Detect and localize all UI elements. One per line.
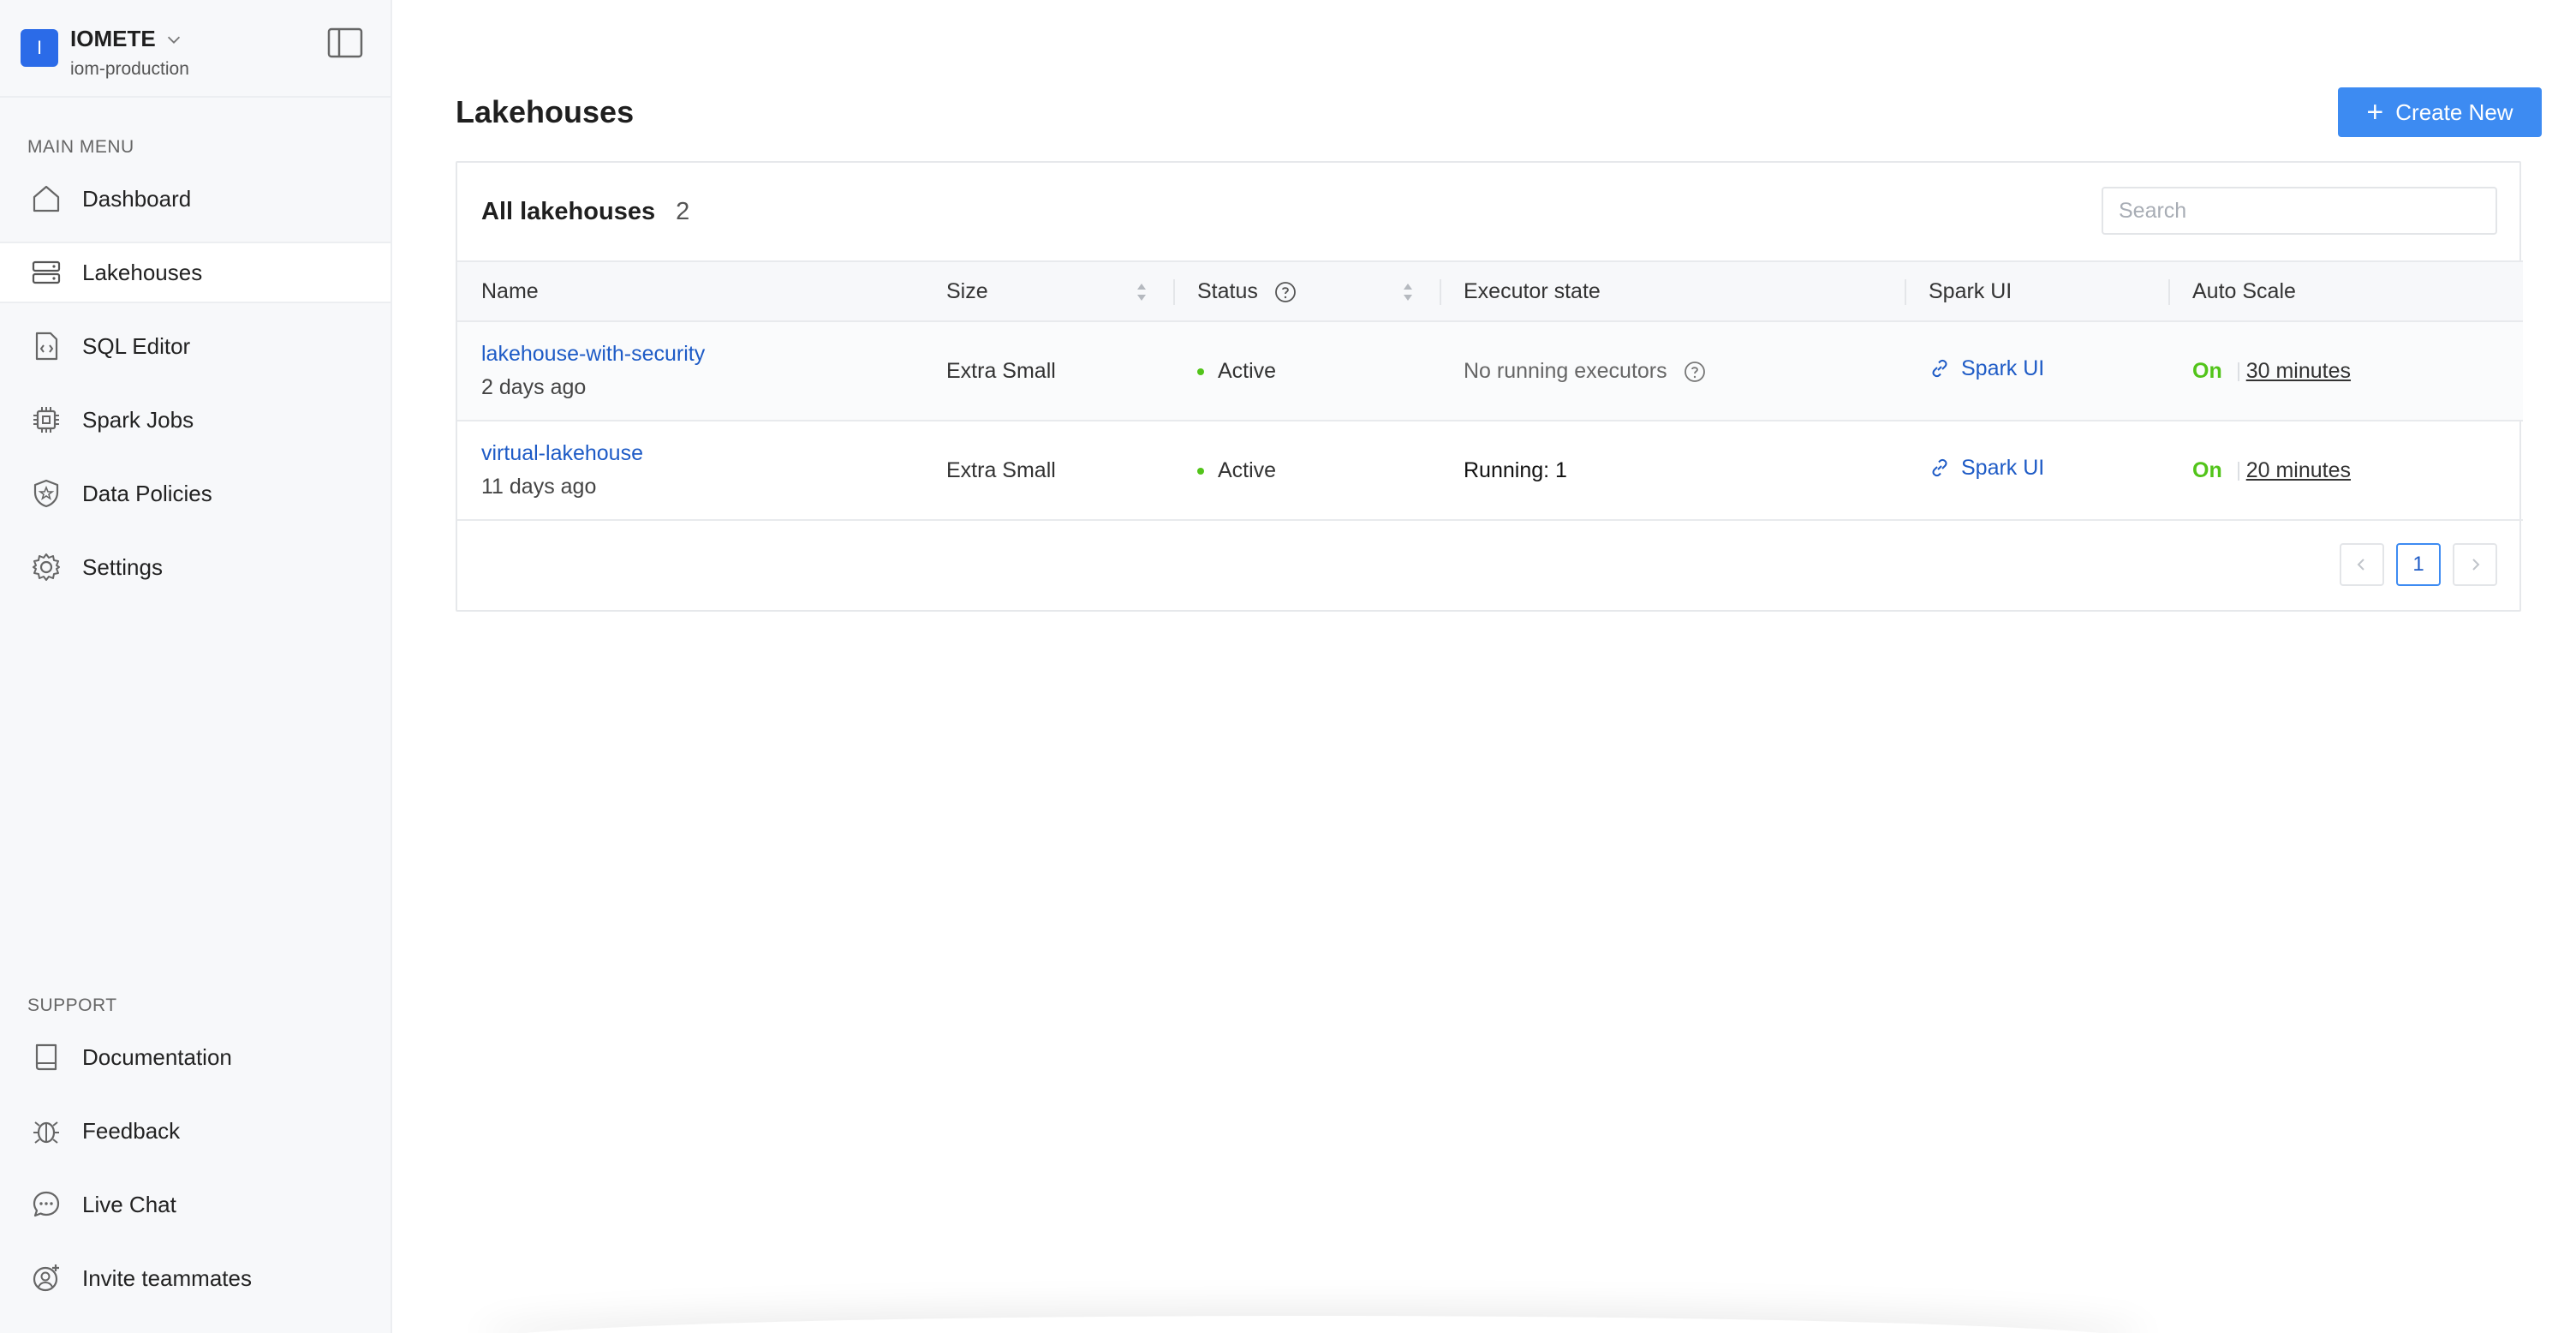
org-name: IOMETE (70, 26, 156, 51)
link-icon (1932, 459, 1947, 477)
sidebar-item-dashboard[interactable]: Dashboard (0, 168, 391, 230)
table-row: virtual-lakehouse 11 days ago Extra Smal… (457, 421, 2523, 520)
column-header-auto-scale: Auto Scale (2168, 261, 2523, 321)
card-title: All lakehouses (481, 197, 656, 225)
server-icon (29, 255, 63, 290)
lakehouse-status: Active (1173, 421, 1440, 520)
sidebar-item-label: Dashboard (82, 185, 192, 212)
column-header-name: Name (481, 278, 539, 303)
column-header-size[interactable]: Size (922, 261, 1173, 321)
main-menu-title: MAIN MENU (27, 137, 134, 157)
prev-page-button[interactable] (2340, 543, 2384, 586)
gear-icon (29, 550, 63, 584)
org-switcher[interactable]: I IOMETE iom-production (0, 0, 391, 98)
lakehouses-card: All lakehouses 2 Name Size (456, 161, 2523, 612)
sidebar-item-label: SQL Editor (82, 332, 191, 359)
column-divider (1173, 279, 1175, 305)
sidebar-item-label: Feedback (82, 1117, 181, 1144)
search-input[interactable] (2102, 187, 2497, 235)
sidebar-collapse-icon[interactable] (327, 27, 363, 58)
plus-icon: + (2366, 96, 2384, 129)
support-title: SUPPORT (27, 995, 117, 1015)
chip-icon (29, 403, 63, 437)
auto-scale-time[interactable]: 30 minutes (2246, 359, 2351, 383)
chevron-down-icon (167, 36, 180, 44)
sort-icon[interactable] (1402, 281, 1414, 303)
lakehouses-table: Name Size Status Executor state Spark UI… (457, 260, 2523, 521)
column-divider (1905, 279, 1906, 305)
column-header-executor-state: Executor state (1440, 261, 1905, 321)
lakehouse-count: 2 (676, 197, 690, 225)
sidebar-item-settings[interactable]: Settings (0, 536, 391, 598)
sidebar-item-label: Documentation (82, 1043, 232, 1070)
bug-icon (29, 1114, 63, 1148)
lakehouse-age: 11 days ago (481, 475, 597, 499)
sidebar-item-feedback[interactable]: Feedback (0, 1100, 391, 1162)
create-new-button[interactable]: + Create New (2338, 87, 2542, 137)
sidebar: I IOMETE iom-production MAIN MENU Dashbo… (0, 0, 392, 1333)
lakehouse-size: Extra Small (946, 358, 1056, 383)
auto-scale-cell: On 30 minutes (2168, 321, 2523, 421)
chevron-left-icon (2357, 559, 2364, 571)
auto-scale-cell: On 20 minutes (2168, 421, 2523, 520)
link-icon (1932, 360, 1947, 378)
column-divider (2168, 279, 2170, 305)
sidebar-item-spark-jobs[interactable]: Spark Jobs (0, 389, 391, 451)
sidebar-item-label: Spark Jobs (82, 406, 194, 433)
sidebar-item-label: Data Policies (82, 480, 212, 506)
column-header-spark-ui: Spark UI (1905, 261, 2168, 321)
lakehouse-age: 2 days ago (481, 375, 587, 399)
chevron-right-icon (2472, 559, 2480, 571)
auto-scale-time[interactable]: 20 minutes (2246, 458, 2351, 482)
sidebar-item-invite-teammates[interactable]: Invite teammates (0, 1247, 391, 1309)
lakehouse-status: Active (1173, 321, 1440, 421)
chat-icon (29, 1187, 63, 1222)
table-header-row: Name Size Status Executor state Spark UI… (457, 261, 2523, 321)
status-dot-icon (1197, 467, 1204, 475)
org-environment: iom-production (70, 59, 189, 79)
executor-state: No running executors (1440, 321, 1905, 421)
bottom-shadow (478, 1316, 2148, 1333)
user-add-icon (29, 1261, 63, 1295)
sidebar-item-label: Settings (82, 553, 163, 580)
sidebar-item-lakehouses[interactable]: Lakehouses (0, 242, 391, 303)
sidebar-item-live-chat[interactable]: Live Chat (0, 1174, 391, 1235)
book-icon (29, 1040, 63, 1074)
page-title: Lakehouses (456, 94, 635, 129)
column-divider (1440, 279, 1441, 305)
create-new-label: Create New (2395, 99, 2513, 125)
executor-state: Running: 1 (1464, 457, 1567, 482)
help-circle-icon[interactable] (1274, 281, 1297, 303)
auto-scale-status: On (2192, 457, 2222, 482)
code-file-icon (29, 329, 63, 363)
next-page-button[interactable] (2453, 543, 2497, 586)
spark-ui-link[interactable]: Spark UI (1929, 356, 2044, 381)
auto-scale-status: On (2192, 358, 2222, 383)
org-avatar: I (21, 29, 58, 67)
lakehouse-name-link[interactable]: lakehouse-with-security (481, 342, 922, 367)
page-1-button[interactable]: 1 (2396, 543, 2441, 586)
spark-ui-link[interactable]: Spark UI (1929, 456, 2044, 481)
status-dot-icon (1197, 368, 1204, 375)
sidebar-item-label: Live Chat (82, 1191, 176, 1217)
sidebar-item-documentation[interactable]: Documentation (0, 1026, 391, 1088)
help-circle-icon[interactable] (1684, 361, 1706, 383)
pagination: 1 (2340, 543, 2497, 586)
column-header-status[interactable]: Status (1173, 261, 1440, 321)
sidebar-item-label: Invite teammates (82, 1264, 252, 1291)
sidebar-item-label: Lakehouses (82, 259, 203, 285)
table-row: lakehouse-with-security 2 days ago Extra… (457, 321, 2523, 421)
home-icon (29, 182, 63, 216)
lakehouse-size: Extra Small (946, 457, 1056, 482)
sidebar-item-data-policies[interactable]: Data Policies (0, 463, 391, 524)
lakehouse-name-link[interactable]: virtual-lakehouse (481, 441, 922, 466)
shield-star-icon (29, 476, 63, 511)
sidebar-item-sql-editor[interactable]: SQL Editor (0, 315, 391, 377)
main-content: Lakehouses + Create New All lakehouses 2… (392, 0, 2576, 1333)
sort-icon[interactable] (1136, 281, 1148, 303)
